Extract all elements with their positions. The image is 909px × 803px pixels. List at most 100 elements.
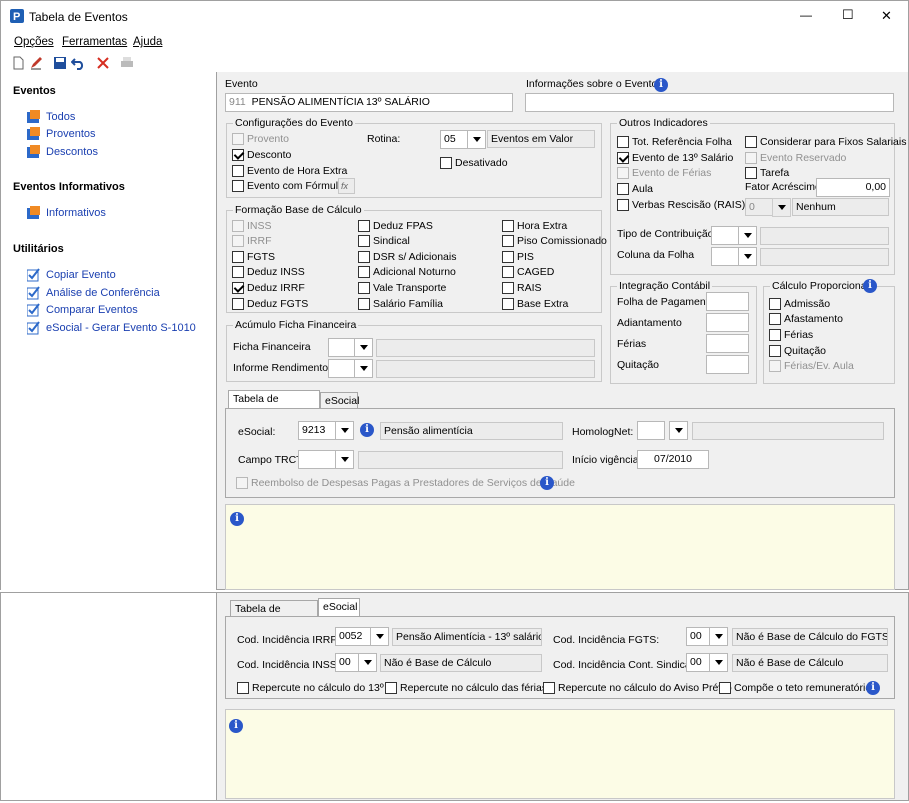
menu-ajuda[interactable]: Ajuda: [133, 36, 162, 49]
aula-checkbox[interactable]: Aula: [617, 182, 653, 196]
repferias-checkbox[interactable]: Repercute no cálculo das férias: [385, 681, 547, 695]
teto-checkbox[interactable]: Compõe o teto remuneratório: [719, 681, 871, 695]
tab-esocial-2[interactable]: eSocial: [318, 598, 360, 617]
delete-icon[interactable]: [96, 56, 110, 70]
trct-dropdown[interactable]: [335, 450, 354, 469]
sind-field[interactable]: 00: [686, 653, 710, 672]
ficha-dropdown[interactable]: [354, 338, 373, 357]
menu-ferramentas[interactable]: Ferramentas: [62, 36, 127, 49]
fgts-dropdown[interactable]: [709, 627, 728, 646]
menu-opcoes[interactable]: Opções: [14, 36, 54, 49]
hora-extra-base-checkbox[interactable]: Hora Extra: [502, 219, 567, 233]
sidebar-item-esocial[interactable]: eSocial - Gerar Evento S-1010: [27, 320, 196, 336]
vale-transporte-checkbox[interactable]: Vale Transporte: [358, 281, 446, 295]
evento-ferias-checkbox[interactable]: Evento de Férias: [617, 166, 711, 180]
info-icon[interactable]: i: [866, 681, 880, 695]
rep13-checkbox[interactable]: Repercute no cálculo do 13º: [237, 681, 384, 695]
integ-ferias-field[interactable]: [706, 334, 749, 353]
evento-code-field[interactable]: 911 PENSÃO ALIMENTÍCIA 13º SALÁRIO: [225, 93, 513, 112]
prop-ferias-checkbox[interactable]: Férias: [769, 328, 813, 342]
fgts-field[interactable]: 00: [686, 627, 710, 646]
close-button[interactable]: ✕: [881, 9, 892, 22]
formula-checkbox[interactable]: Evento com Fórmula: [232, 179, 344, 193]
reembolso-checkbox[interactable]: Reembolso de Despesas Pagas a Prestadore…: [236, 476, 575, 490]
repaviso-checkbox[interactable]: Repercute no cálculo do Aviso Prévio: [543, 681, 732, 695]
tot-ref-checkbox[interactable]: Tot. Referência Folha: [617, 135, 732, 149]
informe-dropdown[interactable]: [354, 359, 373, 378]
rais-checkbox[interactable]: RAIS: [502, 281, 542, 295]
inss-field[interactable]: 00: [335, 653, 359, 672]
info-icon[interactable]: i: [230, 512, 244, 526]
tipo-contrib-dropdown[interactable]: [738, 226, 757, 245]
pis-checkbox[interactable]: PIS: [502, 250, 534, 264]
formula-fx-button[interactable]: fx: [338, 178, 355, 194]
homolog-dropdown[interactable]: [669, 421, 688, 440]
rub-esocial-field[interactable]: 9213: [298, 421, 336, 440]
rotina-field[interactable]: 05: [440, 130, 468, 149]
maximize-button[interactable]: ☐: [842, 8, 854, 21]
sidebar-item-copiar[interactable]: Copiar Evento: [27, 267, 116, 283]
deduz-fpas-checkbox[interactable]: Deduz FPAS: [358, 219, 433, 233]
piso-checkbox[interactable]: Piso Comissionado: [502, 234, 607, 248]
irrf-dropdown[interactable]: [370, 627, 389, 646]
irrf-field[interactable]: 0052: [335, 627, 371, 646]
base-extra-checkbox[interactable]: Base Extra: [502, 297, 568, 311]
edit-icon[interactable]: [29, 56, 43, 70]
prop-afastamento-checkbox[interactable]: Afastamento: [769, 312, 843, 326]
tab-rubricas[interactable]: Tabela de Rubricas: [228, 390, 320, 421]
adicional-noturno-checkbox[interactable]: Adicional Noturno: [358, 265, 456, 279]
prop-ferias-aula-checkbox[interactable]: Férias/Ev. Aula: [769, 359, 854, 373]
minimize-button[interactable]: —: [800, 9, 812, 22]
info-icon[interactable]: i: [863, 279, 877, 293]
hora-extra-checkbox[interactable]: Evento de Hora Extra: [232, 164, 347, 178]
fator-field[interactable]: 0,00: [816, 178, 890, 197]
rotina-dropdown[interactable]: [467, 130, 486, 149]
tab-rubricas-2[interactable]: Tabela de Rubricas: [230, 600, 318, 631]
deduz-fgts-checkbox[interactable]: Deduz FGTS: [232, 297, 308, 311]
evento-13-checkbox[interactable]: Evento de 13º Salário: [617, 151, 733, 165]
trct-field[interactable]: [298, 450, 336, 469]
deduz-inss-checkbox[interactable]: Deduz INSS: [232, 265, 305, 279]
dsr-checkbox[interactable]: DSR s/ Adicionais: [358, 250, 456, 264]
info-icon[interactable]: i: [229, 719, 243, 733]
info-icon[interactable]: i: [360, 423, 374, 437]
integ-adiantamento-field[interactable]: [706, 313, 749, 332]
salario-familia-checkbox[interactable]: Salário Família: [358, 297, 443, 311]
sidebar-item-analise[interactable]: Análise de Conferência: [27, 285, 160, 301]
sidebar-item-proventos[interactable]: Proventos: [27, 126, 96, 142]
base-inss-checkbox[interactable]: INSS: [232, 219, 272, 233]
sidebar-item-todos[interactable]: Todos: [27, 109, 75, 125]
coluna-folha-dropdown[interactable]: [738, 247, 757, 266]
base-irrf-checkbox[interactable]: IRRF: [232, 234, 272, 248]
considerar-checkbox[interactable]: Considerar para Fixos Salariais: [745, 135, 906, 149]
rub-esocial-dropdown[interactable]: [335, 421, 354, 440]
integ-quitacao-field[interactable]: [706, 355, 749, 374]
prop-admissao-checkbox[interactable]: Admissão: [769, 297, 830, 311]
deduz-irrf-checkbox[interactable]: Deduz IRRF: [232, 281, 305, 295]
info-icon[interactable]: i: [654, 78, 668, 92]
sindical-checkbox[interactable]: Sindical: [358, 234, 410, 248]
tab-esocial[interactable]: eSocial: [320, 392, 359, 409]
sidebar-item-comparar[interactable]: Comparar Eventos: [27, 302, 138, 318]
informe-field[interactable]: [328, 359, 355, 378]
new-icon[interactable]: [11, 56, 25, 70]
sidebar-item-informativos[interactable]: Informativos: [27, 205, 106, 221]
rais-dropdown[interactable]: [772, 198, 791, 217]
undo-icon[interactable]: [71, 56, 85, 70]
ficha-field[interactable]: [328, 338, 355, 357]
sidebar-item-descontos[interactable]: Descontos: [27, 144, 98, 160]
integ-folha-field[interactable]: [706, 292, 749, 311]
print-icon[interactable]: [120, 56, 134, 70]
tipo-contrib-field[interactable]: [711, 226, 739, 245]
tarefa-checkbox[interactable]: Tarefa: [745, 166, 789, 180]
sind-dropdown[interactable]: [709, 653, 728, 672]
base-fgts-checkbox[interactable]: FGTS: [232, 250, 275, 264]
info-icon[interactable]: i: [540, 476, 554, 490]
save-icon[interactable]: [53, 56, 67, 70]
rais-code-field[interactable]: 0: [745, 198, 773, 216]
reservado-checkbox[interactable]: Evento Reservado: [745, 151, 846, 165]
inss-dropdown[interactable]: [358, 653, 377, 672]
desconto-checkbox[interactable]: Desconto: [232, 148, 291, 162]
provento-checkbox[interactable]: Provento: [232, 132, 289, 146]
desativado-checkbox[interactable]: Desativado: [440, 156, 508, 170]
